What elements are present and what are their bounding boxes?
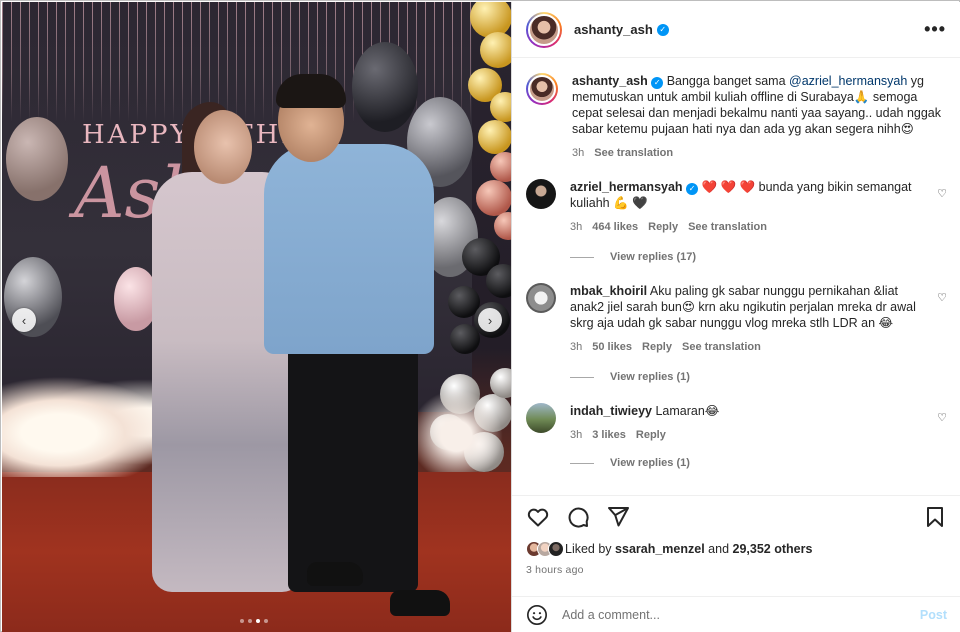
- comment-like-heart-icon[interactable]: ♡: [937, 411, 947, 424]
- likes-user-link[interactable]: ssarah_menzel: [615, 542, 705, 556]
- view-replies-button[interactable]: View replies (17): [570, 251, 947, 263]
- caption-text: Bangga banget sama: [663, 74, 790, 88]
- comment-body: azriel_hermansyah ✓ ❤️ ❤️ ❤️ bunda yang …: [570, 179, 947, 235]
- liker-avatars: [526, 541, 564, 557]
- comment-likes[interactable]: 50 likes: [592, 339, 632, 355]
- reply-button[interactable]: Reply: [648, 219, 678, 235]
- carousel-dots: [240, 619, 268, 623]
- photo-balloon: [352, 42, 418, 132]
- caption-body: ashanty_ash ✓ Bangga banget sama @azriel…: [572, 73, 947, 161]
- commenter-avatar[interactable]: [526, 403, 556, 433]
- carousel-dot[interactable]: [264, 619, 268, 623]
- author-username[interactable]: ashanty_ash ✓: [574, 22, 669, 37]
- author-username-text[interactable]: ashanty_ash: [574, 22, 653, 37]
- photo-man-hair: [276, 74, 346, 108]
- comment-username[interactable]: ashanty_ash: [572, 74, 648, 88]
- photo-man-shirt: [264, 144, 434, 354]
- comment-like-heart-icon[interactable]: ♡: [937, 291, 947, 304]
- photo-shoe: [390, 590, 450, 616]
- view-replies-button[interactable]: View replies (1): [570, 457, 947, 469]
- reply-button[interactable]: Reply: [636, 427, 666, 443]
- comment-time[interactable]: 3h: [570, 339, 582, 355]
- comment-meta: 3h See translation: [572, 145, 947, 161]
- verified-badge-icon: ✓: [651, 77, 664, 89]
- photo-man-pants: [288, 342, 418, 592]
- comment-time[interactable]: 3h: [570, 219, 582, 235]
- carousel-next-button[interactable]: ›: [478, 308, 502, 332]
- commenter-avatar[interactable]: [526, 283, 556, 313]
- comment-meta: 3h 3 likes Reply: [570, 427, 925, 443]
- comment-likes[interactable]: 3 likes: [592, 427, 626, 443]
- view-replies-label[interactable]: View replies (1): [610, 371, 690, 383]
- comment: azriel_hermansyah ✓ ❤️ ❤️ ❤️ bunda yang …: [526, 179, 947, 235]
- likes-prefix: Liked by: [565, 542, 612, 556]
- view-replies-label[interactable]: View replies (1): [610, 457, 690, 469]
- chevron-left-icon: ‹: [21, 312, 27, 328]
- photo-woman-face: [194, 110, 252, 184]
- post-timestamp[interactable]: 3 hours ago: [526, 564, 584, 576]
- view-replies-label[interactable]: View replies (17): [610, 251, 696, 263]
- comment-likes[interactable]: 464 likes: [592, 219, 638, 235]
- post-side-panel: ashanty_ash ✓ ••• ashanty_ash ✓ Bangga b…: [511, 2, 960, 632]
- post-action-bar: [512, 495, 960, 537]
- photo-shoe: [307, 562, 363, 586]
- comment: mbak_khoiril Aku paling gk sabar nunggu …: [526, 283, 947, 355]
- author-avatar[interactable]: [526, 73, 558, 105]
- see-translation-link[interactable]: See translation: [688, 219, 767, 235]
- carousel-prev-button[interactable]: ‹: [12, 308, 36, 332]
- comment: indah_tiwieyy Lamaran😂 3h 3 likes Reply …: [526, 403, 947, 443]
- comment-username[interactable]: azriel_hermansyah: [570, 180, 683, 194]
- comment-bubble-icon[interactable]: [566, 505, 590, 529]
- comment-body: indah_tiwieyy Lamaran😂 3h 3 likes Reply: [570, 403, 947, 443]
- post-photo[interactable]: HAPPY B THD Ash: [2, 2, 511, 632]
- view-replies-line: [570, 256, 594, 258]
- comment-username[interactable]: indah_tiwieyy: [570, 404, 652, 418]
- view-replies-line: [570, 462, 594, 464]
- comment-time[interactable]: 3h: [570, 427, 582, 443]
- reply-button[interactable]: Reply: [642, 339, 672, 355]
- add-comment-input[interactable]: [562, 607, 920, 622]
- view-replies-line: [570, 376, 594, 378]
- verified-badge-icon: ✓: [656, 23, 669, 36]
- save-bookmark-icon[interactable]: [923, 505, 947, 529]
- comment-meta: 3h 464 likes Reply See translation: [570, 219, 925, 235]
- photo-balloon: [6, 117, 68, 201]
- app-window: HAPPY B THD Ash: [0, 0, 960, 632]
- commenter-avatar[interactable]: [526, 179, 556, 209]
- more-options-icon[interactable]: •••: [924, 19, 946, 40]
- comment-time[interactable]: 3h: [572, 145, 584, 161]
- see-translation-link[interactable]: See translation: [594, 145, 673, 161]
- comment-meta: 3h 50 likes Reply See translation: [570, 339, 925, 355]
- post-header: ashanty_ash ✓ •••: [512, 2, 960, 58]
- author-avatar[interactable]: [526, 11, 562, 48]
- liker-avatar: [548, 541, 564, 557]
- emoji-smile-icon[interactable]: [526, 604, 548, 626]
- photo-flowers: [402, 382, 511, 472]
- view-replies-button[interactable]: View replies (1): [570, 371, 947, 383]
- post-comment-button[interactable]: Post: [920, 608, 947, 622]
- add-comment-bar: Post: [512, 596, 960, 632]
- comment-username[interactable]: mbak_khoiril: [570, 284, 647, 298]
- comment-body: mbak_khoiril Aku paling gk sabar nunggu …: [570, 283, 947, 355]
- verified-badge-icon: ✓: [686, 183, 699, 195]
- chevron-right-icon: ›: [487, 312, 493, 328]
- share-paper-plane-icon[interactable]: [606, 505, 630, 529]
- see-translation-link[interactable]: See translation: [682, 339, 761, 355]
- carousel-dot[interactable]: [240, 619, 244, 623]
- likes-count-link[interactable]: 29,352 others: [733, 542, 813, 556]
- likes-middle: and: [708, 542, 730, 556]
- comment-like-heart-icon[interactable]: ♡: [937, 187, 947, 200]
- carousel-dot-active[interactable]: [256, 619, 260, 623]
- comments-list[interactable]: ashanty_ash ✓ Bangga banget sama @azriel…: [512, 59, 960, 493]
- comment-text: Lamaran😂: [651, 404, 720, 418]
- caption-mention-link[interactable]: @azriel_hermansyah: [789, 74, 907, 88]
- carousel-dot[interactable]: [248, 619, 252, 623]
- likes-summary[interactable]: Liked by ssarah_menzel and 29,352 others: [526, 541, 812, 557]
- caption: ashanty_ash ✓ Bangga banget sama @azriel…: [526, 73, 947, 161]
- like-heart-icon[interactable]: [526, 505, 550, 529]
